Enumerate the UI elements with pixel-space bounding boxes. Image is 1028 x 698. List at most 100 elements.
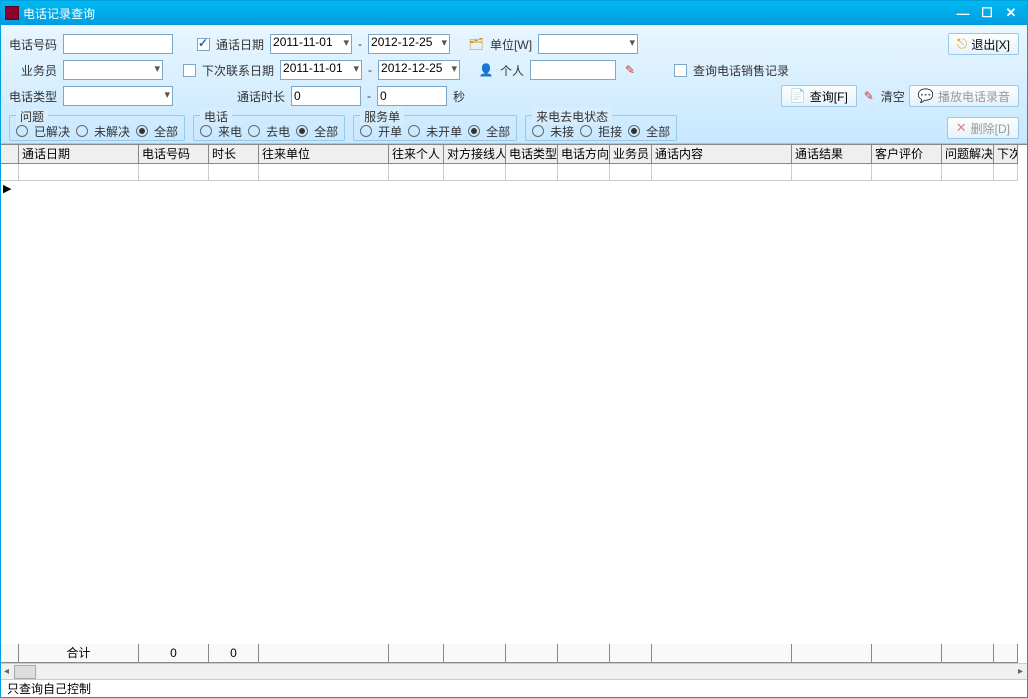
summary-cell <box>389 644 444 663</box>
radio-service-1-label: 未开单 <box>426 123 462 140</box>
radio-service-2[interactable] <box>468 125 480 137</box>
group-status-title: 来电去电状态 <box>532 108 612 125</box>
radio-service-0-label: 开单 <box>378 123 402 140</box>
summary-cell: 0 <box>139 644 209 663</box>
summary-cell <box>942 644 994 663</box>
radio-status-1[interactable] <box>580 125 592 137</box>
radio-problem-1[interactable] <box>76 125 88 137</box>
summary-cell <box>792 644 872 663</box>
grid-body[interactable]: ▶ <box>1 164 1027 644</box>
radio-status-0-label: 未接 <box>550 123 574 140</box>
col-header[interactable]: 问题解决 <box>942 145 994 164</box>
summary-cell <box>1 644 19 663</box>
unit-combo[interactable] <box>538 34 638 54</box>
seconds-label: 秒 <box>453 88 465 105</box>
call-date-from[interactable]: 2011-11-01 <box>270 34 352 54</box>
person-input[interactable] <box>530 60 616 80</box>
next-contact-label: 下次联系日期 <box>202 62 274 79</box>
minimize-button[interactable]: — <box>951 5 975 21</box>
col-header[interactable]: 客户评价 <box>872 145 942 164</box>
duration-label: 通话时长 <box>237 88 285 105</box>
col-header[interactable]: 往来个人 <box>389 145 444 164</box>
summary-cell <box>506 644 558 663</box>
radio-status-1-label: 拒接 <box>598 123 622 140</box>
radio-phone-0-label: 来电 <box>218 123 242 140</box>
summary-cell <box>444 644 506 663</box>
close-button[interactable]: ✕ <box>999 5 1023 21</box>
col-header[interactable]: 电话类型 <box>506 145 558 164</box>
radio-status-2-label: 全部 <box>646 123 670 140</box>
summary-cell <box>259 644 389 663</box>
delete-icon: ✕ <box>956 120 967 136</box>
next-contact-check[interactable] <box>183 64 196 77</box>
radio-phone-0[interactable] <box>200 125 212 137</box>
radio-service-0[interactable] <box>360 125 372 137</box>
group-problem: 问题已解决未解决全部 <box>9 115 185 141</box>
radio-problem-0[interactable] <box>16 125 28 137</box>
clear-button[interactable]: 清空 <box>881 88 905 105</box>
phone-label: 电话号码 <box>9 36 57 53</box>
radio-problem-1-label: 未解决 <box>94 123 130 140</box>
col-header[interactable]: 电话方向 <box>558 145 610 164</box>
col-header[interactable]: 业务员 <box>610 145 652 164</box>
delete-button[interactable]: ✕ 删除[D] <box>947 117 1019 139</box>
call-date-to[interactable]: 2012-12-25 <box>368 34 450 54</box>
query-sales-label: 查询电话销售记录 <box>693 62 789 79</box>
record-indicator-icon: ▶ <box>3 182 11 195</box>
titlebar: 电话记录查询 — ☐ ✕ <box>1 1 1027 25</box>
radio-problem-2[interactable] <box>136 125 148 137</box>
radio-phone-1[interactable] <box>248 125 260 137</box>
exit-button[interactable]: ⎋ 退出[X] <box>948 33 1019 55</box>
clear-icon: ✎ <box>861 88 877 104</box>
query-button[interactable]: 📄 查询[F] <box>781 85 857 107</box>
group-service: 服务单开单未开单全部 <box>353 115 517 141</box>
salesman-label: 业务员 <box>21 62 57 79</box>
col-header[interactable]: 往来单位 <box>259 145 389 164</box>
salesman-combo[interactable] <box>63 60 163 80</box>
app-icon <box>5 6 19 20</box>
col-header[interactable]: 通话结果 <box>792 145 872 164</box>
radio-status-2[interactable] <box>628 125 640 137</box>
person-label: 个人 <box>500 62 524 79</box>
col-header[interactable] <box>1 145 19 164</box>
col-header[interactable]: 时长 <box>209 145 259 164</box>
phone-type-combo[interactable] <box>63 86 173 106</box>
query-sales-check[interactable] <box>674 64 687 77</box>
radio-status-0[interactable] <box>532 125 544 137</box>
summary-cell <box>610 644 652 663</box>
phone-input[interactable] <box>63 34 173 54</box>
exit-icon: ⎋ <box>957 36 967 52</box>
col-header[interactable]: 下次 <box>994 145 1018 164</box>
status-bar: 只查询自己控制 <box>1 679 1027 697</box>
group-problem-title: 问题 <box>16 108 48 125</box>
horizontal-scrollbar[interactable]: ◂ ▸ <box>1 663 1027 679</box>
unit-label: 单位[W] <box>490 36 532 53</box>
radio-service-2-label: 全部 <box>486 123 510 140</box>
unit-icon: 🗂 <box>468 36 484 52</box>
window-title: 电话记录查询 <box>23 5 951 22</box>
call-date-check[interactable] <box>197 38 210 51</box>
radio-phone-2[interactable] <box>296 125 308 137</box>
col-header[interactable]: 通话内容 <box>652 145 792 164</box>
play-recording-button[interactable]: 💬 播放电话录音 <box>909 85 1019 107</box>
next-to[interactable]: 2012-12-25 <box>378 60 460 80</box>
col-header[interactable]: 对方接线人 <box>444 145 506 164</box>
call-date-label: 通话日期 <box>216 36 264 53</box>
exit-label: 退出[X] <box>971 36 1010 53</box>
group-phone: 电话来电去电全部 <box>193 115 345 141</box>
results-grid: 通话日期电话号码时长往来单位往来个人对方接线人电话类型电话方向业务员通话内容通话… <box>1 144 1027 679</box>
duration-from-input[interactable] <box>291 86 361 106</box>
radio-service-1[interactable] <box>408 125 420 137</box>
duration-to-input[interactable] <box>377 86 447 106</box>
maximize-button[interactable]: ☐ <box>975 5 999 21</box>
summary-cell <box>558 644 610 663</box>
radio-phone-1-label: 去电 <box>266 123 290 140</box>
radio-problem-0-label: 已解决 <box>34 123 70 140</box>
summary-cell: 0 <box>209 644 259 663</box>
summary-row: 合计00 <box>1 644 1027 663</box>
edit-icon[interactable]: ✎ <box>622 62 638 78</box>
next-from[interactable]: 2011-11-01 <box>280 60 362 80</box>
col-header[interactable]: 电话号码 <box>139 145 209 164</box>
col-header[interactable]: 通话日期 <box>19 145 139 164</box>
summary-cell <box>872 644 942 663</box>
